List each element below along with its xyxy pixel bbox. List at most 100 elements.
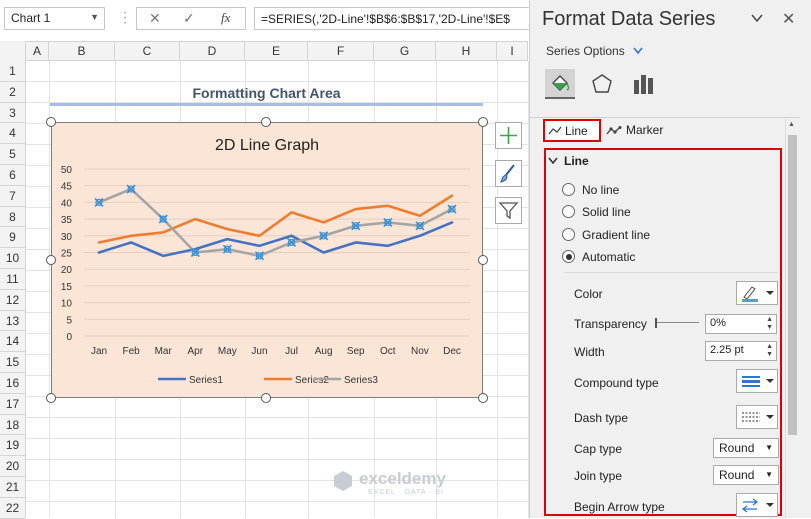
line-section-title: Line — [564, 154, 589, 168]
row-header-17[interactable]: 17 — [0, 394, 25, 415]
column-header-i[interactable]: I — [497, 42, 528, 61]
row-header-5[interactable]: 5 — [0, 144, 25, 165]
effects-tab[interactable] — [587, 69, 617, 99]
column-header-d[interactable]: D — [180, 42, 245, 61]
row-header-3[interactable]: 3 — [0, 103, 25, 124]
transparency-value: 0% — [710, 317, 726, 329]
transparency-slider-track[interactable] — [657, 322, 699, 323]
chart-filters-button[interactable] — [495, 197, 522, 224]
resize-handle[interactable] — [478, 255, 488, 265]
cap-type-select[interactable]: Round ▼ — [713, 438, 779, 458]
resize-handle[interactable] — [478, 117, 488, 127]
column-header-h[interactable]: H — [436, 42, 497, 61]
exceldemy-logo-icon — [334, 471, 352, 491]
width-input[interactable]: 2.25 pt ▲ ▼ — [705, 341, 777, 361]
row-header-21[interactable]: 21 — [0, 477, 25, 498]
series-line-series3[interactable] — [97, 187, 454, 258]
name-box[interactable]: Chart 1 ▼ — [4, 7, 105, 30]
line-chart[interactable]: 2D Line Graph 0 5 10 15 20 25 30 35 40 45 50 Jan Feb M… — [52, 123, 482, 397]
cancel-icon[interactable]: ✕ — [149, 10, 161, 27]
series-options-dropdown[interactable]: Series Options — [546, 44, 643, 58]
enter-icon[interactable]: ✓ — [183, 10, 195, 27]
row-header-2[interactable]: 2 — [0, 82, 25, 103]
join-type-value: Round — [719, 468, 755, 482]
resize-handle[interactable] — [261, 393, 271, 403]
option-label: No line — [582, 183, 620, 197]
resize-handle[interactable] — [46, 393, 56, 403]
column-header-g[interactable]: G — [374, 42, 436, 61]
row-header-16[interactable]: 16 — [0, 373, 25, 394]
spin-arrows-icon[interactable]: ▲ ▼ — [766, 343, 773, 359]
column-header-a[interactable]: A — [26, 42, 49, 61]
color-picker-button[interactable] — [736, 281, 778, 305]
marker-icon — [606, 126, 622, 135]
join-type-select[interactable]: Round ▼ — [713, 465, 779, 485]
x-tick-label: Feb — [122, 346, 140, 357]
cap-type-label: Cap type — [574, 442, 623, 456]
row-header-12[interactable]: 12 — [0, 290, 25, 311]
row-header-19[interactable]: 19 — [0, 435, 25, 457]
column-header-f[interactable]: F — [308, 42, 374, 61]
divider — [564, 272, 778, 273]
radio-button[interactable] — [562, 228, 575, 241]
series-options-tab[interactable] — [629, 69, 659, 99]
insert-function-icon[interactable]: fx — [221, 10, 230, 26]
chevron-down-icon[interactable] — [751, 11, 763, 27]
resize-handle[interactable] — [46, 255, 56, 265]
column-header-b[interactable]: B — [49, 42, 115, 61]
radio-automatic[interactable]: Automatic — [562, 250, 635, 264]
tab-marker-label: Marker — [626, 123, 664, 137]
vertical-scrollbar[interactable]: ▲ — [785, 119, 799, 518]
resize-handle[interactable] — [261, 117, 271, 127]
dash-type-button[interactable] — [736, 405, 778, 429]
column-header-c[interactable]: C — [115, 42, 180, 61]
scrollbar-thumb[interactable] — [788, 135, 797, 435]
radio-no-line[interactable]: No line — [562, 183, 620, 197]
resize-handle[interactable] — [478, 393, 488, 403]
row-header-4[interactable]: 4 — [0, 123, 25, 145]
compound-type-button[interactable] — [736, 369, 778, 393]
legend-label: Series3 — [344, 375, 378, 386]
radio-button[interactable] — [562, 183, 575, 196]
row-header-1[interactable]: 1 — [0, 61, 25, 82]
tab-marker[interactable]: Marker — [606, 122, 676, 142]
row-header-22[interactable]: 22 — [0, 498, 25, 519]
row-header-10[interactable]: 10 — [0, 248, 25, 269]
row-header-11[interactable]: 11 — [0, 269, 25, 290]
begin-arrow-type-button[interactable] — [736, 493, 778, 517]
column-header-e[interactable]: E — [245, 42, 308, 61]
transparency-slider-thumb[interactable] — [655, 318, 657, 328]
resize-handle[interactable] — [46, 117, 56, 127]
row-header-18[interactable]: 18 — [0, 415, 25, 436]
chart-area[interactable]: 2D Line Graph 0 5 10 15 20 25 30 35 40 45 50 Jan Feb M… — [51, 122, 483, 398]
spin-arrows-icon[interactable]: ▲ ▼ — [766, 316, 773, 332]
row-header-20[interactable]: 20 — [0, 456, 25, 477]
radio-gradient-line[interactable]: Gradient line — [562, 228, 650, 242]
radio-button-selected[interactable] — [562, 250, 575, 263]
select-all-corner[interactable] — [0, 41, 26, 61]
transparency-input[interactable]: 0% ▲ ▼ — [705, 314, 777, 334]
scroll-up-icon[interactable]: ▲ — [788, 121, 795, 128]
row-header-9[interactable]: 9 — [0, 227, 25, 249]
chart-elements-button[interactable] — [495, 122, 522, 149]
chart-styles-button[interactable] — [495, 160, 522, 187]
row-header-6[interactable]: 6 — [0, 165, 25, 186]
row-header-8[interactable]: 8 — [0, 207, 25, 228]
chevron-down-icon[interactable]: ▼ — [90, 12, 99, 22]
fill-line-tab[interactable] — [545, 69, 575, 99]
series-line-series1[interactable] — [97, 221, 454, 258]
row-header-14[interactable]: 14 — [0, 331, 25, 353]
chart-title[interactable]: 2D Line Graph — [215, 137, 319, 154]
row-header-7[interactable]: 7 — [0, 186, 25, 207]
tab-line[interactable]: Line — [543, 119, 601, 142]
dash-lines-icon — [742, 412, 774, 422]
formula-input[interactable]: =SERIES(,'2D-Line'!$B$6:$B$17,'2D-Line'!… — [254, 7, 529, 30]
close-icon[interactable]: ✕ — [782, 9, 795, 29]
y-tick-label: 0 — [66, 332, 72, 343]
pen-color-icon — [742, 286, 774, 302]
radio-button[interactable] — [562, 205, 575, 218]
radio-solid-line[interactable]: Solid line — [562, 205, 631, 219]
line-section-header[interactable]: Line — [548, 154, 589, 168]
row-header-13[interactable]: 13 — [0, 311, 25, 332]
row-header-15[interactable]: 15 — [0, 352, 25, 373]
